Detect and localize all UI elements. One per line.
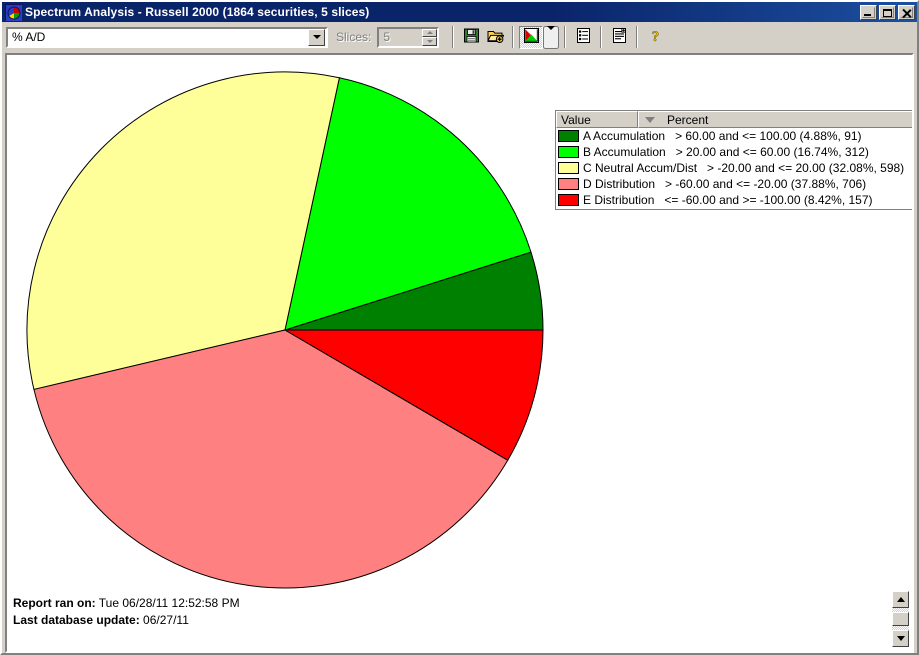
slices-decrement-button[interactable] — [422, 37, 438, 46]
svg-text:?: ? — [652, 29, 660, 44]
report-ran-label: Report ran on: — [13, 596, 96, 610]
legend-column-value[interactable]: Value — [556, 111, 638, 128]
last-update-line: Last database update: 06/27/11 — [13, 612, 240, 629]
sort-descending-icon — [645, 116, 655, 123]
window-title: Spectrum Analysis - Russell 2000 (1864 s… — [25, 5, 370, 19]
legend-row-range: <= -60.00 and >= -100.00 (8.42%, 157) — [664, 193, 873, 207]
list-report-icon — [575, 27, 592, 47]
slices-stepper[interactable]: 5 — [377, 26, 440, 48]
legend-row-range: > 60.00 and <= 100.00 (4.88%, 91) — [675, 129, 862, 143]
close-button[interactable] — [898, 4, 915, 20]
legend-row[interactable]: A Accumulation > 60.00 and <= 100.00 (4.8… — [556, 128, 912, 144]
legend-row-name: E Distribution — [583, 193, 655, 207]
detail-report-icon — [611, 27, 628, 47]
legend-row-name: A Accumulation — [583, 129, 666, 143]
legend-column-value-label: Value — [561, 112, 591, 127]
toolbar-separator — [512, 26, 515, 48]
minimize-button[interactable] — [860, 4, 877, 20]
scroll-up-button[interactable] — [892, 591, 909, 608]
legend-color-swatch — [558, 146, 579, 158]
legend-row-name: B Accumulation — [583, 145, 666, 159]
open-button[interactable] — [483, 26, 507, 49]
slices-increment-button[interactable] — [422, 28, 438, 37]
vertical-scrollbar[interactable] — [892, 591, 909, 647]
toolbar-separator — [600, 26, 603, 48]
toolbar-separator — [564, 26, 567, 48]
toolbar: % A/D Slices: 5 ? — [2, 22, 917, 52]
triangle-up-icon — [896, 597, 905, 602]
legend-color-swatch — [558, 178, 579, 190]
legend-panel: Value Percent A Accumulation > 60.00 and … — [555, 110, 912, 210]
legend-row[interactable]: E Distribution <= -60.00 and >= -100.00 (… — [556, 192, 912, 208]
pie-chart-icon — [5, 4, 22, 21]
spectrum-analysis-window: Spectrum Analysis - Russell 2000 (1864 s… — [0, 0, 919, 655]
legend-column-percent-label: Percent — [667, 112, 709, 127]
metric-select[interactable]: % A/D — [6, 26, 328, 48]
chevron-down-icon — [547, 25, 556, 45]
list-view-button[interactable] — [571, 26, 595, 49]
legend-row[interactable]: C Neutral Accum/Dist > -20.00 and <= 20.0… — [556, 160, 912, 176]
pie-view-dropdown[interactable] — [543, 25, 560, 49]
legend-header-row: Value Percent — [556, 111, 912, 128]
legend-rows: A Accumulation > 60.00 and <= 100.00 (4.8… — [556, 128, 912, 208]
legend-row-range: > 20.00 and <= 60.00 (16.74%, 312) — [675, 145, 869, 159]
slices-value: 5 — [383, 30, 391, 44]
last-update-value: 06/27/11 — [143, 613, 189, 627]
question-mark-icon: ? — [647, 27, 664, 47]
toolbar-separator — [452, 26, 455, 48]
legend-row-name: C Neutral Accum/Dist — [583, 161, 698, 175]
report-ran-line: Report ran on: Tue 06/28/11 12:52:58 PM — [13, 595, 240, 612]
open-folder-icon — [487, 27, 505, 47]
help-button[interactable]: ? — [643, 26, 667, 49]
detail-report-button[interactable] — [607, 26, 631, 49]
floppy-disk-icon — [463, 27, 480, 47]
window-controls — [860, 4, 915, 20]
metric-select-value: % A/D — [12, 30, 46, 44]
legend-row-range: > -20.00 and <= 20.00 (32.08%, 598) — [707, 161, 905, 175]
maximize-button[interactable] — [879, 4, 896, 20]
legend-row[interactable]: B Accumulation > 20.00 and <= 60.00 (16.7… — [556, 144, 912, 160]
save-button[interactable] — [459, 26, 483, 49]
slices-stepper-buttons[interactable] — [422, 28, 438, 46]
legend-row-range: > -60.00 and <= -20.00 (37.88%, 706) — [665, 177, 867, 191]
chevron-down-icon[interactable] — [308, 28, 325, 46]
scroll-down-button[interactable] — [892, 630, 909, 647]
pie-chart-icon — [523, 27, 540, 47]
slices-label: Slices: — [336, 30, 372, 44]
legend-color-swatch — [558, 194, 579, 206]
legend-column-percent[interactable]: Percent — [638, 111, 912, 128]
legend-row-name: D Distribution — [583, 177, 656, 191]
legend-color-swatch — [558, 162, 579, 174]
toolbar-separator — [636, 26, 639, 48]
title-bar[interactable]: Spectrum Analysis - Russell 2000 (1864 s… — [2, 2, 917, 22]
legend-color-swatch — [558, 130, 579, 142]
chart-pane: Value Percent A Accumulation > 60.00 and … — [5, 53, 914, 653]
pie-view-button[interactable] — [519, 25, 544, 49]
report-ran-value: Tue 06/28/11 12:52:58 PM — [98, 596, 240, 610]
report-footer: Report ran on: Tue 06/28/11 12:52:58 PM … — [13, 595, 240, 629]
scrollbar-thumb[interactable] — [892, 612, 909, 626]
triangle-down-icon — [896, 636, 905, 641]
last-update-label: Last database update: — [13, 613, 140, 627]
legend-row[interactable]: D Distribution > -60.00 and <= -20.00 (37… — [556, 176, 912, 192]
